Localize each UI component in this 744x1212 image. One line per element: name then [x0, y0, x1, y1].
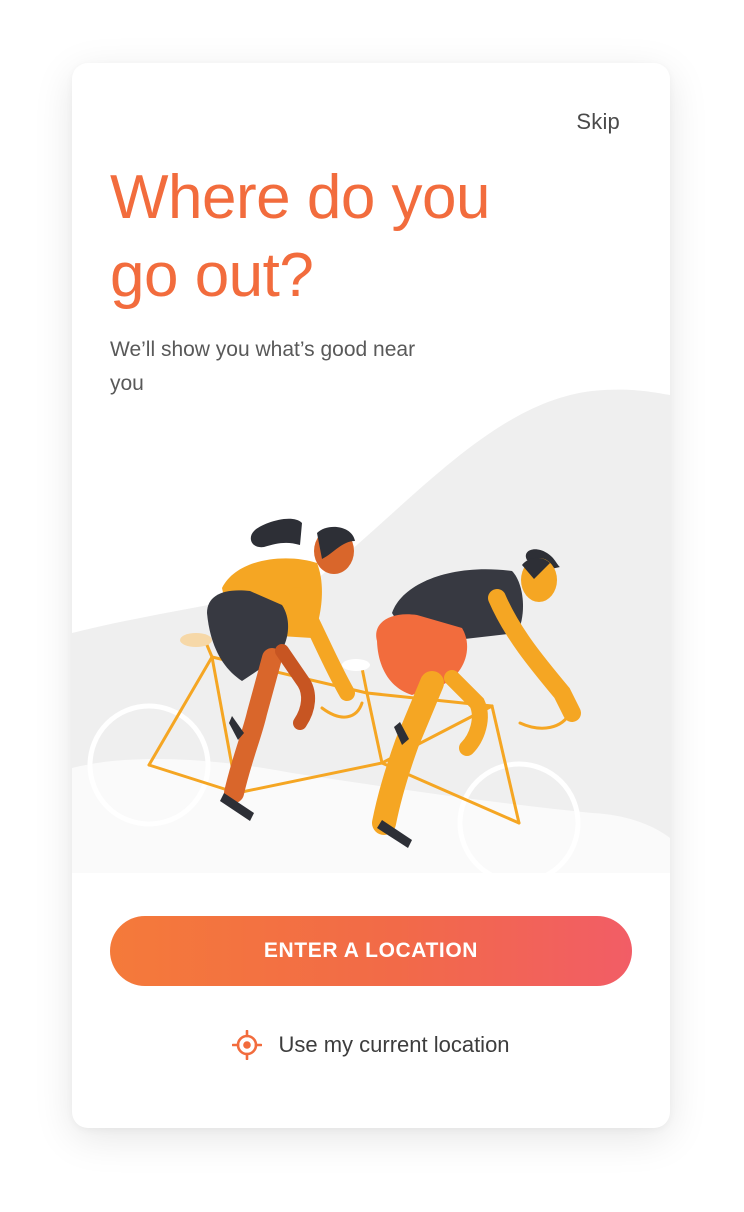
enter-location-button[interactable]: ENTER A LOCATION — [110, 916, 632, 986]
use-current-location-button[interactable]: Use my current location — [72, 1023, 670, 1067]
page-title: Where do you go out? — [110, 163, 491, 310]
rear-seat — [180, 633, 212, 647]
onboarding-card: Skip Where do you go out? We’ll show you… — [72, 63, 670, 1128]
front-seat — [342, 659, 370, 671]
use-current-location-label: Use my current location — [278, 1032, 510, 1057]
skip-button[interactable]: Skip — [576, 109, 620, 135]
crosshair-location-icon — [232, 1030, 263, 1060]
tandem-bicycle-illustration — [72, 389, 670, 873]
